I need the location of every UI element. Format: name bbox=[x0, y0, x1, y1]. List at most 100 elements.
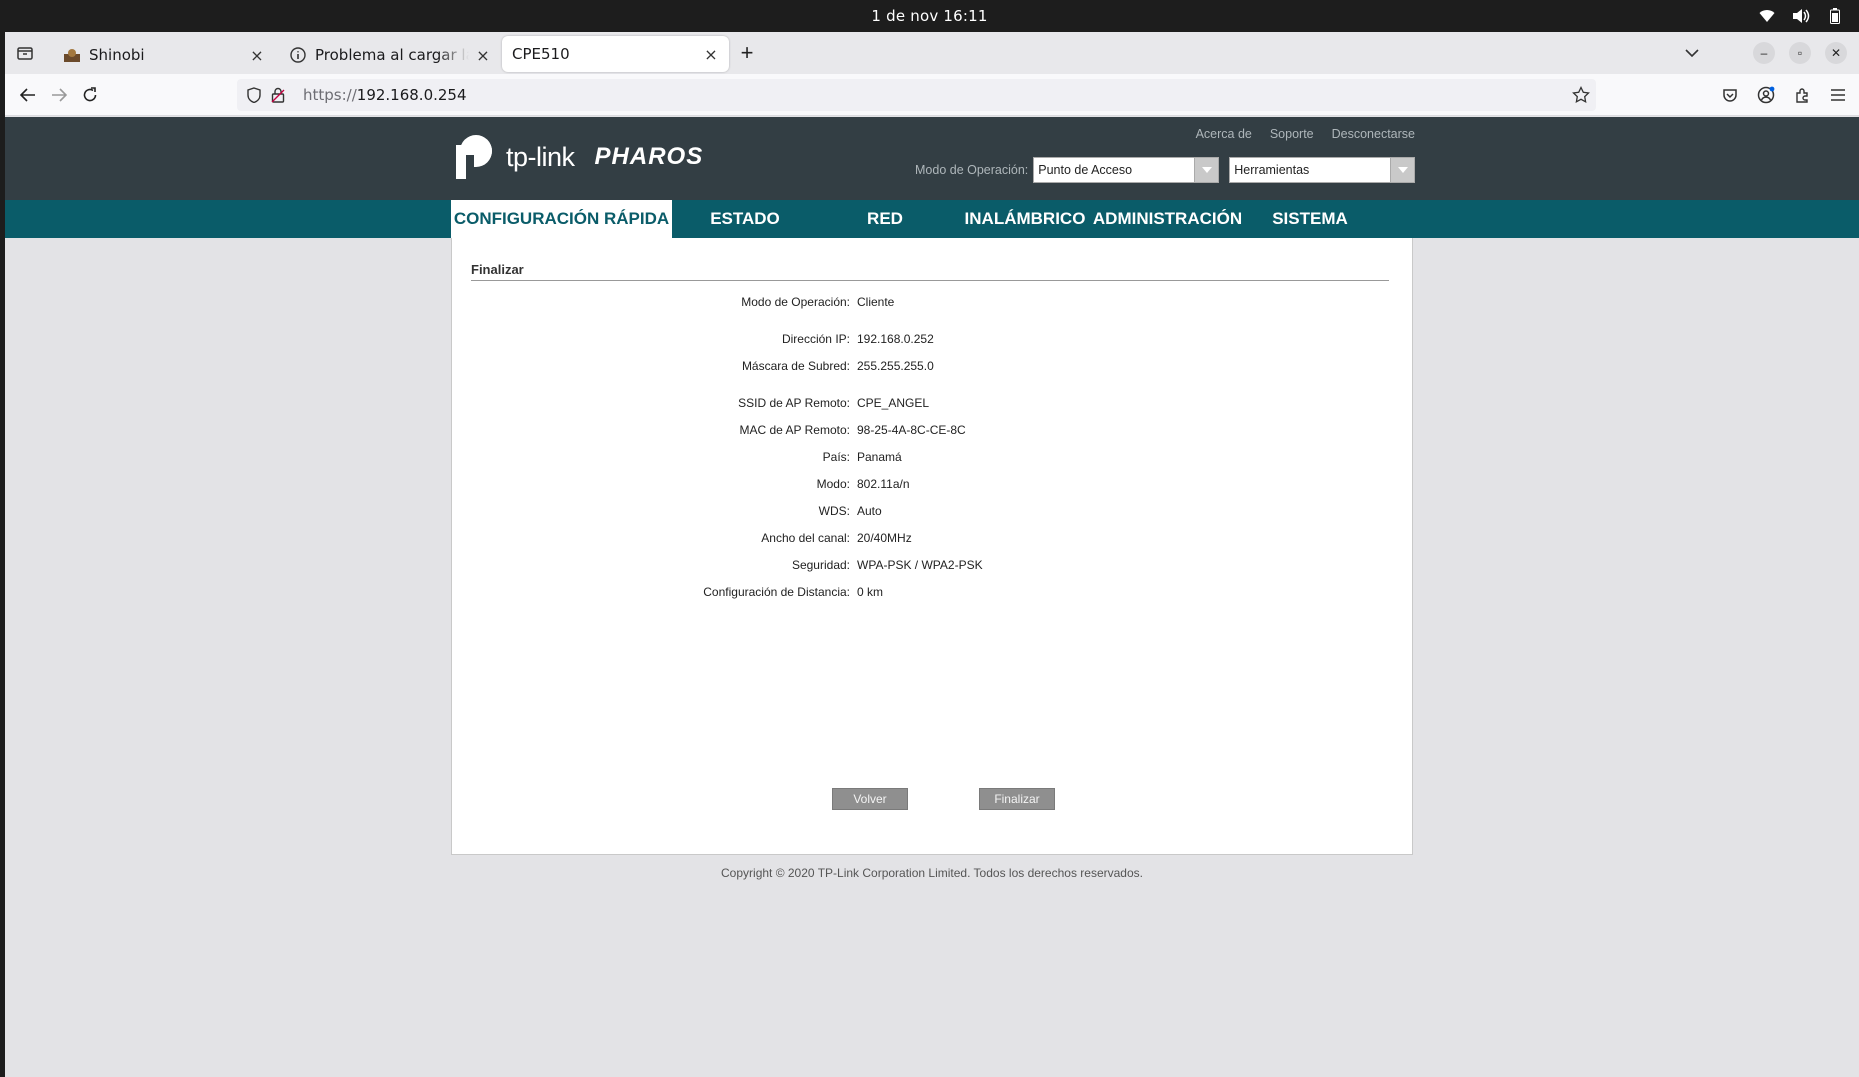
shield-icon[interactable] bbox=[245, 86, 263, 104]
row-label: Configuración de Distancia: bbox=[703, 585, 850, 599]
forward-arrow-icon[interactable] bbox=[48, 84, 70, 106]
tools-select[interactable]: Herramientas bbox=[1229, 157, 1416, 183]
row-value: WPA-PSK / WPA2-PSK bbox=[857, 558, 983, 572]
browser-window: Shinobi × Problema al cargar la página ×… bbox=[5, 32, 1859, 1077]
list-all-tabs-icon[interactable] bbox=[1681, 42, 1703, 64]
url-bar[interactable]: https://192.168.0.254 bbox=[237, 79, 1596, 111]
tab-problem[interactable]: Problema al cargar la página × bbox=[279, 36, 501, 74]
maximize-icon[interactable]: ▫ bbox=[1789, 42, 1811, 64]
row-value: 20/40MHz bbox=[857, 531, 912, 545]
tab-title: Problema al cargar la página bbox=[315, 46, 469, 64]
wifi-icon[interactable] bbox=[1757, 6, 1777, 26]
row-value: Panamá bbox=[857, 450, 902, 464]
dropdown-arrow-icon[interactable] bbox=[1390, 158, 1415, 182]
main-navigation: CONFIGURACIÓN RÁPIDA ESTADO RED INALÁMBR… bbox=[5, 200, 1859, 238]
brand-name: tp-link bbox=[506, 141, 575, 172]
pocket-icon[interactable] bbox=[1719, 84, 1741, 106]
row-value: CPE_ANGEL bbox=[857, 396, 930, 410]
summary-row: MAC de AP Remoto: 98-25-4A-8C-CE-8C bbox=[452, 423, 1414, 439]
url-scheme: https:// bbox=[303, 86, 357, 104]
row-label: País: bbox=[822, 450, 850, 464]
tools-value: Herramientas bbox=[1234, 163, 1310, 177]
nav-administration[interactable]: ADMINISTRACIÓN bbox=[1090, 200, 1245, 238]
nav-wireless[interactable]: INALÁMBRICO bbox=[960, 200, 1090, 238]
operation-mode-select[interactable]: Punto de Acceso bbox=[1033, 157, 1220, 183]
tab-cpe510[interactable]: CPE510 × bbox=[502, 36, 729, 72]
row-value: Cliente bbox=[857, 295, 895, 309]
close-tab-icon[interactable]: × bbox=[249, 46, 265, 65]
volume-icon[interactable] bbox=[1791, 6, 1811, 26]
bookmark-star-icon[interactable] bbox=[1572, 85, 1590, 104]
shinobi-favicon bbox=[63, 46, 81, 64]
row-value: 0 km bbox=[857, 585, 884, 599]
row-label: Seguridad: bbox=[791, 558, 850, 572]
about-link[interactable]: Acerca de bbox=[1196, 127, 1252, 141]
toolbar-right bbox=[1719, 84, 1849, 106]
url-text[interactable]: https://192.168.0.254 bbox=[303, 86, 467, 104]
logout-link[interactable]: Desconectarse bbox=[1332, 127, 1415, 141]
nav-network[interactable]: RED bbox=[825, 200, 945, 238]
dropdown-arrow-icon[interactable] bbox=[1194, 158, 1219, 182]
header-links: Acerca de Soporte Desconectarse bbox=[1196, 127, 1415, 141]
nav-system[interactable]: SISTEMA bbox=[1250, 200, 1370, 238]
row-label: Modo: bbox=[816, 477, 850, 491]
window-controls: – ▫ ✕ bbox=[1681, 42, 1847, 64]
back-button[interactable]: Volver bbox=[832, 788, 908, 810]
summary-row: Seguridad: WPA-PSK / WPA2-PSK bbox=[452, 558, 1414, 574]
nav-status[interactable]: ESTADO bbox=[685, 200, 805, 238]
clock[interactable]: 1 de nov 16:11 bbox=[0, 7, 1859, 25]
new-tab-icon[interactable]: + bbox=[736, 42, 758, 65]
url-host: 192.168.0.254 bbox=[356, 86, 467, 104]
row-label: WDS: bbox=[818, 504, 850, 518]
summary-row: WDS: Auto bbox=[452, 504, 1414, 520]
info-icon bbox=[289, 46, 307, 64]
close-tab-icon[interactable]: × bbox=[703, 45, 719, 64]
row-value: 98-25-4A-8C-CE-8C bbox=[857, 423, 966, 437]
row-label: SSID de AP Remoto: bbox=[738, 396, 850, 410]
row-label: Máscara de Subred: bbox=[741, 359, 850, 373]
summary-panel: Finalizar Modo de Operación: Cliente Dir… bbox=[451, 238, 1413, 855]
extensions-icon[interactable] bbox=[1791, 84, 1813, 106]
tab-strip: Shinobi × Problema al cargar la página ×… bbox=[5, 32, 1859, 74]
minimize-icon[interactable]: – bbox=[1753, 42, 1775, 64]
reload-icon[interactable] bbox=[79, 84, 101, 106]
operation-mode-bar: Modo de Operación: Punto de Acceso Herra… bbox=[915, 157, 1416, 183]
account-icon[interactable] bbox=[1755, 84, 1777, 106]
summary-row: Ancho del canal: 20/40MHz bbox=[452, 531, 1414, 547]
summary-row: Dirección IP: 192.168.0.252 bbox=[452, 332, 1414, 348]
operation-mode-value: Punto de Acceso bbox=[1038, 163, 1133, 177]
support-link[interactable]: Soporte bbox=[1270, 127, 1314, 141]
system-tray[interactable] bbox=[1757, 6, 1845, 26]
row-value: 255.255.255.0 bbox=[857, 359, 934, 373]
battery-icon[interactable] bbox=[1825, 6, 1845, 26]
navigation-toolbar: https://192.168.0.254 bbox=[5, 74, 1859, 116]
router-header: tp-link PHAROS Acerca de Soporte Descone… bbox=[5, 117, 1859, 200]
web-page: tp-link PHAROS Acerca de Soporte Descone… bbox=[5, 117, 1859, 1077]
summary-row: País: Panamá bbox=[452, 450, 1414, 466]
row-label: Modo de Operación: bbox=[741, 295, 850, 309]
row-value: 192.168.0.252 bbox=[857, 332, 934, 346]
operation-mode-label: Modo de Operación: bbox=[915, 163, 1029, 177]
summary-row: SSID de AP Remoto: CPE_ANGEL bbox=[452, 396, 1414, 412]
close-window-icon[interactable]: ✕ bbox=[1825, 42, 1847, 64]
summary-row: Modo de Operación: Cliente bbox=[452, 295, 1414, 311]
os-top-bar: 1 de nov 16:11 bbox=[0, 0, 1859, 32]
back-arrow-icon[interactable] bbox=[17, 84, 39, 106]
row-value: 802.11a/n bbox=[857, 477, 910, 491]
tp-link-logo-icon bbox=[456, 135, 492, 179]
tab-title: Shinobi bbox=[89, 46, 145, 64]
product-name: PHAROS bbox=[594, 143, 704, 170]
copyright-footer: Copyright © 2020 TP-Link Corporation Lim… bbox=[721, 866, 1143, 880]
close-tab-icon[interactable]: × bbox=[475, 46, 491, 65]
nav-quick-setup[interactable]: CONFIGURACIÓN RÁPIDA bbox=[451, 200, 672, 238]
tab-shinobi[interactable]: Shinobi × bbox=[53, 36, 275, 74]
summary-row: Configuración de Distancia: 0 km bbox=[452, 585, 1414, 601]
menu-hamburger-icon[interactable] bbox=[1827, 84, 1849, 106]
lock-icon[interactable] bbox=[269, 86, 287, 104]
tp-link-logo: tp-link PHAROS bbox=[452, 133, 703, 181]
tab-title: CPE510 bbox=[512, 45, 570, 63]
section-title: Finalizar bbox=[471, 262, 1389, 281]
tab-overview-icon[interactable] bbox=[15, 43, 37, 65]
row-label: Ancho del canal: bbox=[761, 531, 850, 545]
finish-button[interactable]: Finalizar bbox=[979, 788, 1055, 810]
